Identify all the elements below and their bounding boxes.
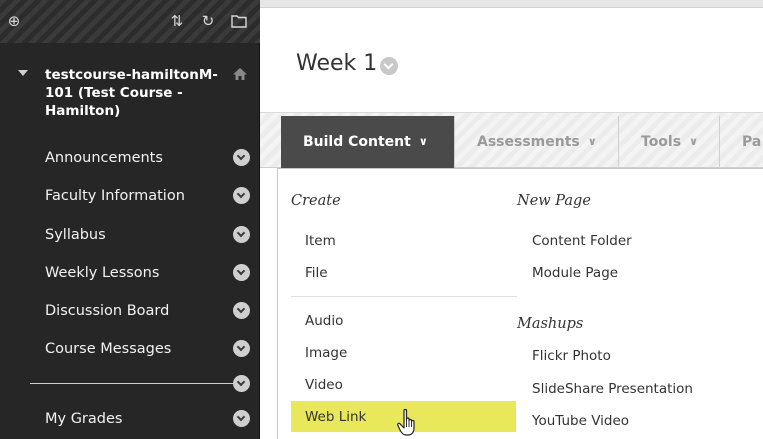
menu-item-web-link[interactable]: Web Link (305, 408, 366, 426)
hand-pointer-icon (396, 408, 422, 438)
menu-item-image[interactable]: Image (305, 344, 347, 362)
title-options-icon[interactable] (380, 57, 398, 75)
tab-label: Assessments (477, 134, 580, 150)
course-sidebar: ⊕ ⇅ ↻ testcourse-hamiltonM-101 (Test Cou… (0, 0, 260, 439)
new-page-heading: New Page (517, 193, 591, 209)
sidebar-item-label: My Grades (45, 411, 123, 427)
refresh-icon[interactable]: ↻ (198, 11, 218, 31)
menu-item-file[interactable]: File (305, 264, 328, 282)
chevron-down-icon[interactable] (233, 375, 250, 392)
sidebar-item-label: Course Messages (45, 341, 172, 357)
chevron-down-icon: ∨ (689, 135, 698, 148)
course-title[interactable]: testcourse-hamiltonM-101 (Test Course - … (45, 66, 230, 120)
tab-build-content[interactable]: Build Content ∨ (281, 116, 454, 168)
sidebar-item-label: Weekly Lessons (45, 265, 160, 281)
menu-item-slideshare-presentation[interactable]: SlideShare Presentation (532, 380, 693, 398)
top-strip (260, 0, 763, 8)
tab-assessments[interactable]: Assessments ∨ (454, 116, 618, 168)
page-title: Week 1 (296, 51, 378, 76)
chevron-down-icon[interactable] (233, 302, 250, 319)
chevron-down-icon[interactable] (233, 410, 250, 427)
folder-icon[interactable] (229, 11, 249, 31)
tab-tools[interactable]: Tools ∨ (618, 116, 719, 168)
reorder-icon[interactable]: ⇅ (167, 11, 187, 31)
mashups-heading: Mashups (517, 316, 584, 332)
sidebar-item-announcements[interactable]: Announcements (0, 139, 260, 177)
sidebar-item-course-messages[interactable]: Course Messages (0, 330, 260, 368)
menu-item-module-page[interactable]: Module Page (532, 264, 618, 282)
home-icon[interactable] (232, 66, 248, 82)
menu-item-audio[interactable]: Audio (305, 312, 343, 330)
menu-separator (291, 296, 517, 297)
menu-item-youtube-video[interactable]: YouTube Video (532, 412, 629, 430)
menu-item-video[interactable]: Video (305, 376, 343, 394)
menu-divider (30, 383, 235, 384)
tab-label: Build Content (303, 134, 411, 150)
chevron-down-icon[interactable] (233, 149, 250, 166)
sidebar-item-label: Discussion Board (45, 303, 170, 319)
sidebar-item-label: Syllabus (45, 227, 106, 243)
tab-partial[interactable]: Pa (719, 116, 763, 168)
chevron-down-icon: ∨ (587, 135, 597, 148)
sidebar-toolbar: ⊕ ⇅ ↻ (0, 0, 260, 43)
menu-item-flickr-photo[interactable]: Flickr Photo (532, 347, 611, 365)
chevron-down-icon[interactable] (233, 187, 250, 204)
sidebar-item-label: Announcements (45, 150, 163, 166)
sidebar-item-discussion-board[interactable]: Discussion Board (0, 292, 260, 330)
add-icon[interactable]: ⊕ (4, 11, 24, 31)
collapse-caret-icon[interactable] (18, 70, 28, 76)
sidebar-item-syllabus[interactable]: Syllabus (0, 216, 260, 254)
chevron-down-icon: ∨ (418, 135, 428, 148)
menu-item-item[interactable]: Item (305, 232, 336, 250)
tab-label: Pa (742, 134, 762, 150)
create-heading: Create (291, 193, 341, 209)
chevron-down-icon[interactable] (233, 340, 250, 357)
menu-item-content-folder[interactable]: Content Folder (532, 232, 632, 250)
tab-label: Tools (641, 134, 682, 150)
sidebar-item-weekly-lessons[interactable]: Weekly Lessons (0, 254, 260, 292)
sidebar-item-faculty-information[interactable]: Faculty Information (0, 177, 260, 215)
chevron-down-icon[interactable] (233, 226, 250, 243)
sidebar-item-my-grades[interactable]: My Grades (0, 400, 260, 438)
chevron-down-icon[interactable] (233, 264, 250, 281)
sidebar-item-label: Faculty Information (45, 188, 185, 204)
